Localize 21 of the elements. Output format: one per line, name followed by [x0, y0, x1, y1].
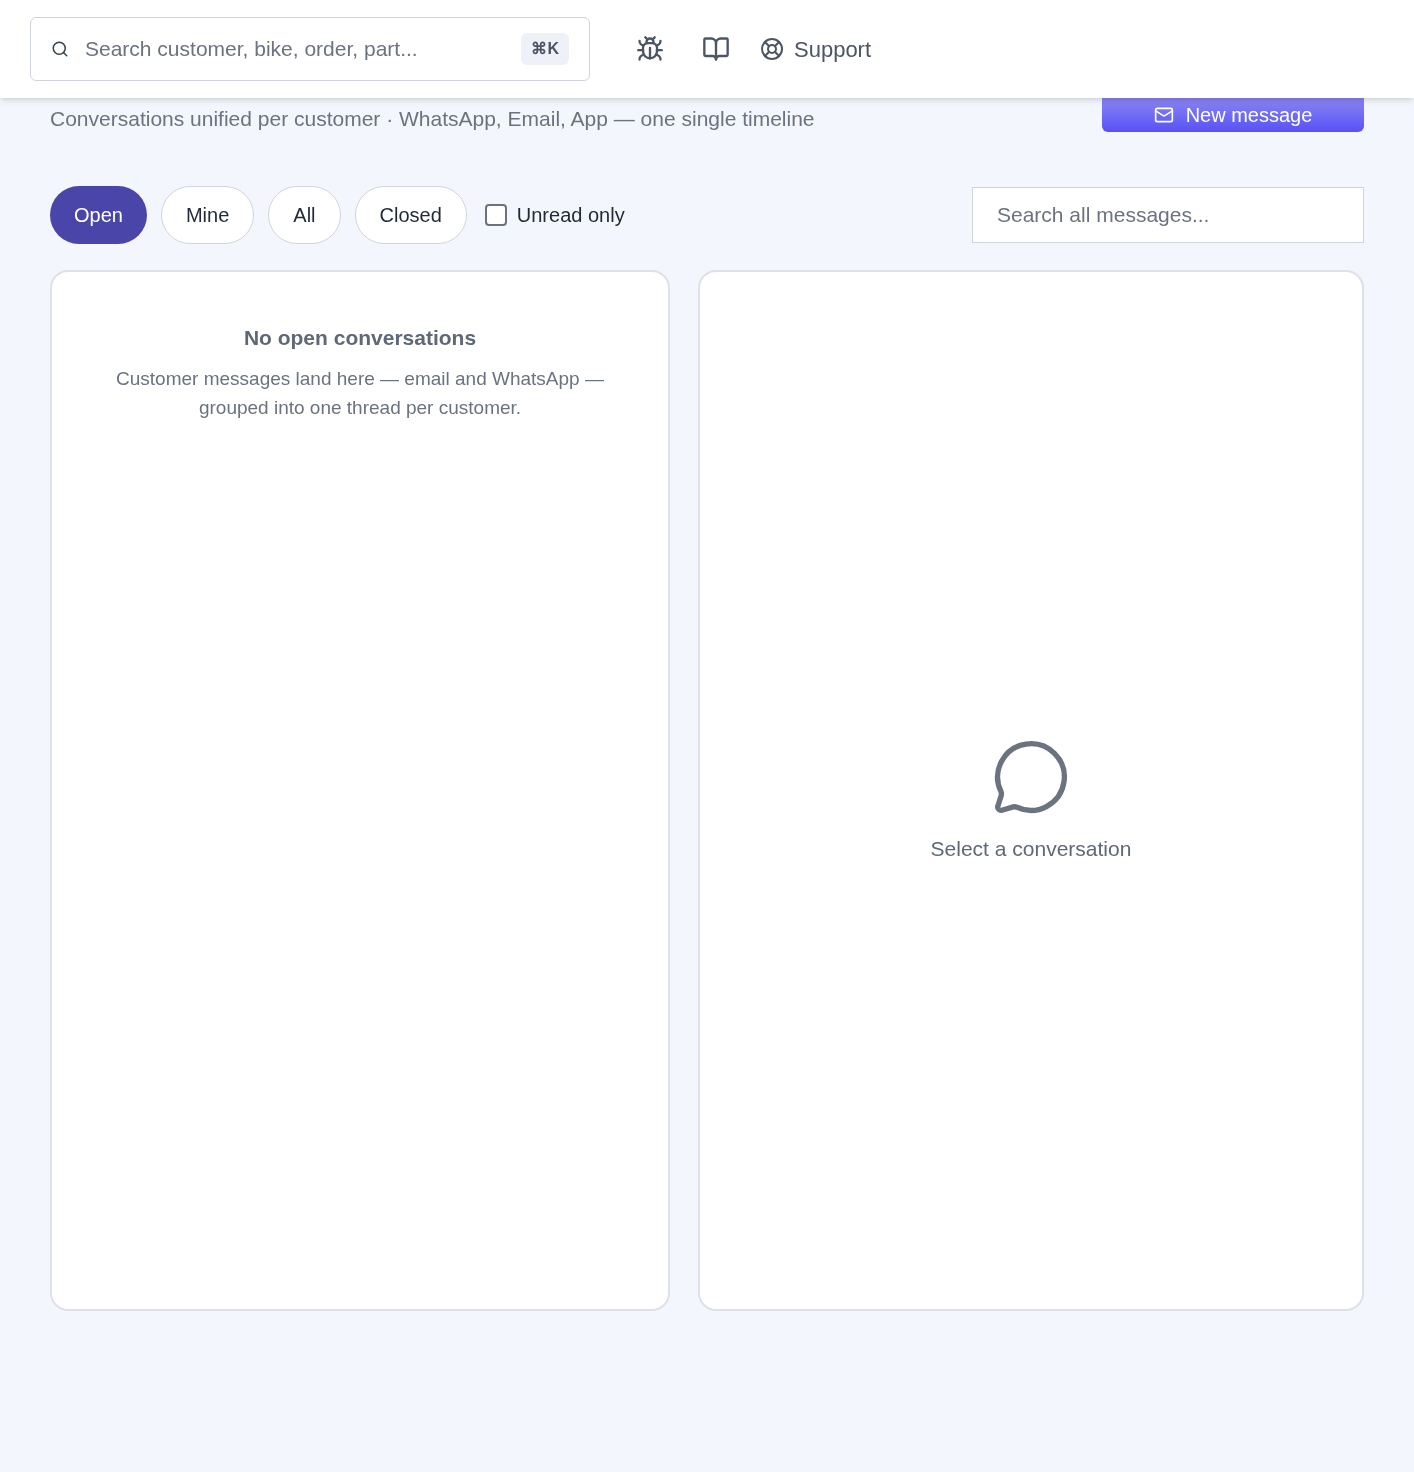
empty-detail-text: Select a conversation [930, 835, 1132, 862]
search-icon [51, 40, 69, 58]
docs-button[interactable] [702, 35, 730, 63]
message-search-field[interactable]: Search all messages... [972, 187, 1364, 243]
unread-checkbox[interactable] [484, 204, 507, 226]
support-button[interactable]: Support [760, 32, 872, 66]
page-subtitle: Conversations unified per customer · WhatsApp, Email, App — one single timeline [50, 105, 815, 132]
empty-description: Customer messages land here — email and WhatsApp — grouped into one thread per customer. [115, 366, 605, 420]
filter-tab[interactable]: Closed [354, 186, 467, 244]
unread-label[interactable]: Unread only [516, 200, 625, 230]
global-search-bar[interactable]: Search customer, bike, order, part... ⌘K [30, 17, 590, 81]
search-input[interactable]: Search customer, bike, order, part... [85, 33, 506, 65]
bug-report-button[interactable] [636, 35, 664, 63]
lifebuoy-icon [760, 37, 784, 61]
new-message-button[interactable]: New message [1102, 98, 1364, 132]
shortcut-hint: ⌘K [521, 33, 569, 65]
empty-title: No open conversations [243, 325, 477, 351]
filter-tab[interactable]: Mine [160, 186, 255, 244]
envelope-icon [1153, 105, 1174, 125]
filter-tab[interactable]: All [268, 186, 341, 244]
filter-tab[interactable]: Open [50, 186, 147, 244]
